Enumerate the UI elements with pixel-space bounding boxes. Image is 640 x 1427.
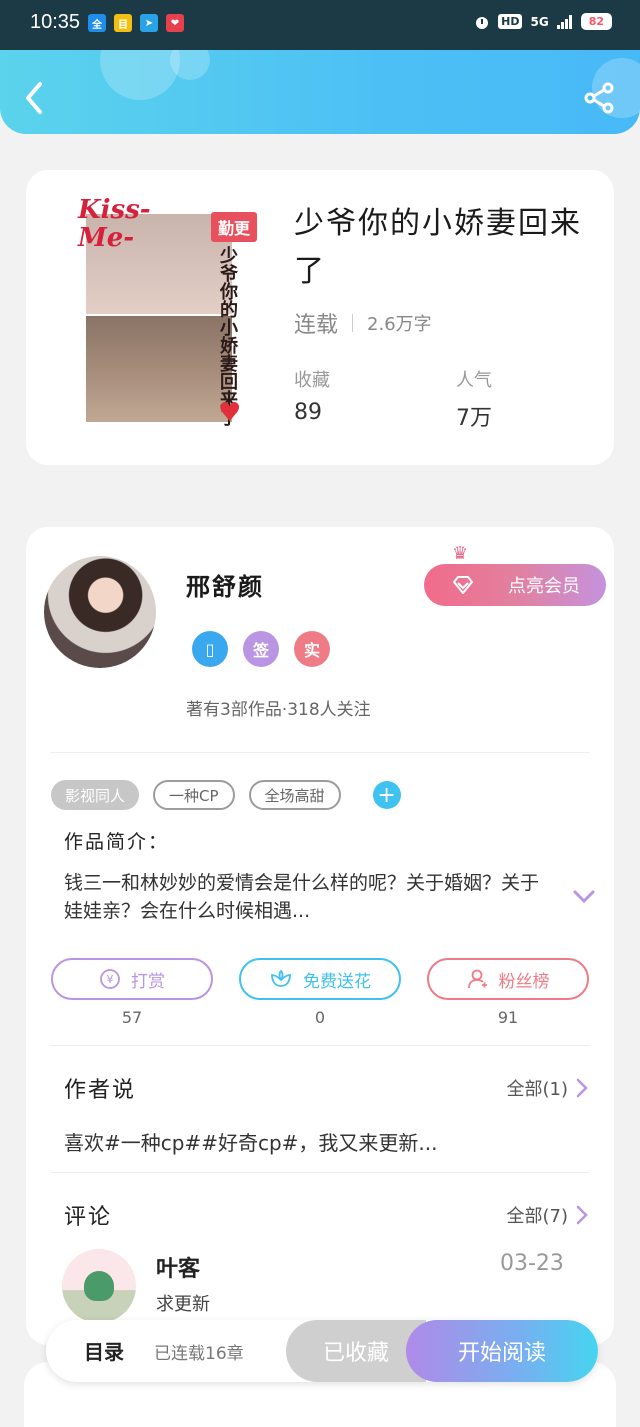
heart-icon: ♥: [218, 398, 242, 428]
comment-user[interactable]: 叶客: [156, 1251, 200, 1283]
stat-collect: 收藏 89: [294, 366, 330, 425]
chevron-right-icon: [576, 1205, 588, 1225]
quanmin-app-icon: 全: [88, 14, 106, 32]
real-badge-icon: 实: [294, 631, 330, 667]
send-flower-label: 免费送花: [303, 971, 371, 992]
stat-popularity: 人气 7万: [456, 366, 492, 432]
yen-icon: ¥: [100, 969, 120, 989]
send-flower-button[interactable]: 免费送花: [239, 958, 401, 1000]
status-indicators: HD 5G 82: [474, 13, 612, 30]
add-tag-button[interactable]: +: [372, 781, 401, 809]
stat-label: 收藏: [294, 370, 330, 391]
flower-icon: [271, 969, 291, 987]
signal-icon: [556, 14, 572, 29]
hd-badge: HD: [498, 14, 523, 29]
bottom-action-bar: 目录 已连载16章 已收藏 开始阅读: [46, 1320, 598, 1382]
chevron-down-icon: [573, 890, 595, 904]
share-icon: [584, 82, 614, 114]
chevron-right-icon: [576, 1078, 588, 1098]
tag-item[interactable]: 一种CP: [153, 780, 235, 810]
stat-label: 人气: [456, 370, 492, 391]
cover-photo-bottom: [86, 316, 232, 422]
diamond-icon: [453, 576, 473, 594]
book-meta: 连载 2.6万字: [294, 307, 432, 339]
reward-button[interactable]: ¥ 打赏: [51, 958, 213, 1000]
cover-kiss-text: Kiss- Me-: [78, 195, 151, 253]
tag-item[interactable]: 影视同人: [51, 780, 140, 810]
divider: [50, 752, 590, 753]
chapter-count: 已连载16章: [154, 1344, 244, 1364]
network-label: 5G: [530, 14, 549, 29]
vip-button[interactable]: 点亮会员: [424, 564, 606, 606]
book-title: 少爷你的小娇妻回来了: [294, 206, 582, 289]
flower-count: 0: [314, 1008, 326, 1027]
status-time: 10:35: [30, 11, 81, 33]
status-app-icons: 全目 ➤ ❤: [88, 14, 184, 32]
fans-rank-button[interactable]: 粉丝榜: [427, 958, 589, 1000]
divider: [50, 1045, 590, 1046]
toc-button[interactable]: 目录: [84, 1336, 124, 1365]
tag-item[interactable]: 全场高甜: [248, 780, 341, 810]
news-app-icon: 目: [114, 14, 132, 32]
book-info-card: Kiss- Me- 勤更 少爷你的小娇妻回来了 ♥ 少爷你的小娇妻回来了 连载 …: [26, 170, 614, 465]
comments-more-label: 全部(7): [506, 1206, 569, 1227]
book-status: 连载: [294, 313, 339, 338]
divider: [50, 1172, 590, 1173]
heart-app-icon: ❤: [166, 14, 184, 32]
word-count: 2.6万字: [367, 314, 432, 335]
author-info: 著有3部作品·318人关注: [186, 700, 371, 720]
top-header: [0, 50, 640, 134]
author-say-title: 作者说: [64, 1078, 137, 1103]
svg-text:¥: ¥: [107, 973, 114, 986]
intro-text: 钱三一和林妙妙的爱情会是什么样的呢？关于婚姻？关于娃娃亲？会在什么时候相遇...: [64, 872, 540, 922]
author-avatar[interactable]: [44, 556, 156, 668]
crown-icon: ♛: [452, 543, 469, 564]
status-bar: 10:35 全目 ➤ ❤ HD 5G 82: [0, 0, 640, 50]
author-say-more[interactable]: 全部(1): [507, 1075, 589, 1101]
telegram-app-icon: ➤: [140, 14, 158, 32]
author-name[interactable]: 邢舒颜: [186, 567, 264, 602]
chevron-left-icon: [26, 82, 42, 114]
start-reading-button[interactable]: 开始阅读: [406, 1320, 598, 1382]
fans-count: 91: [497, 1008, 519, 1027]
fans-rank-label: 粉丝榜: [498, 971, 550, 992]
sign-badge-icon: 签: [243, 631, 279, 667]
dinosaur-icon: [84, 1271, 114, 1301]
expand-button[interactable]: [572, 889, 596, 905]
update-badge: 勤更: [211, 212, 258, 242]
collected-button[interactable]: 已收藏: [286, 1320, 426, 1382]
comment-date: 03-23: [500, 1251, 564, 1276]
reward-count: 57: [121, 1008, 143, 1027]
comments-title: 评论: [64, 1205, 113, 1230]
phone-badge-icon: ▯: [192, 631, 228, 667]
back-button[interactable]: [18, 78, 54, 118]
header-bubble: [100, 50, 180, 100]
user-icon: [467, 969, 487, 989]
book-cover[interactable]: Kiss- Me- 勤更 少爷你的小娇妻回来了 ♥: [78, 192, 266, 442]
book-details-card: 邢舒颜 ♛ 点亮会员 ▯ 签 实 著有3部作品·318人关注 影视同人 一种CP…: [26, 527, 614, 1345]
intro-label: 作品简介：: [64, 831, 170, 853]
author-say-more-label: 全部(1): [506, 1079, 569, 1100]
comments-more[interactable]: 全部(7): [507, 1202, 589, 1228]
stat-value: 89: [294, 400, 322, 425]
vip-button-label: 点亮会员: [508, 576, 580, 597]
alarm-icon: [476, 16, 489, 29]
tag-list: 影视同人 一种CP 全场高甜 +: [51, 780, 401, 810]
share-button[interactable]: [582, 80, 618, 116]
reward-label: 打赏: [131, 971, 165, 992]
meta-divider: [352, 314, 354, 332]
author-badges: ▯ 签 实: [192, 631, 330, 667]
comment-text[interactable]: 求更新: [156, 1290, 210, 1316]
comment-avatar[interactable]: [62, 1249, 136, 1323]
author-say-text[interactable]: 喜欢#一种cp##好奇cp#，我又来更新...: [64, 1127, 438, 1156]
stat-value: 7万: [456, 406, 492, 431]
battery-icon: 82: [580, 13, 612, 30]
